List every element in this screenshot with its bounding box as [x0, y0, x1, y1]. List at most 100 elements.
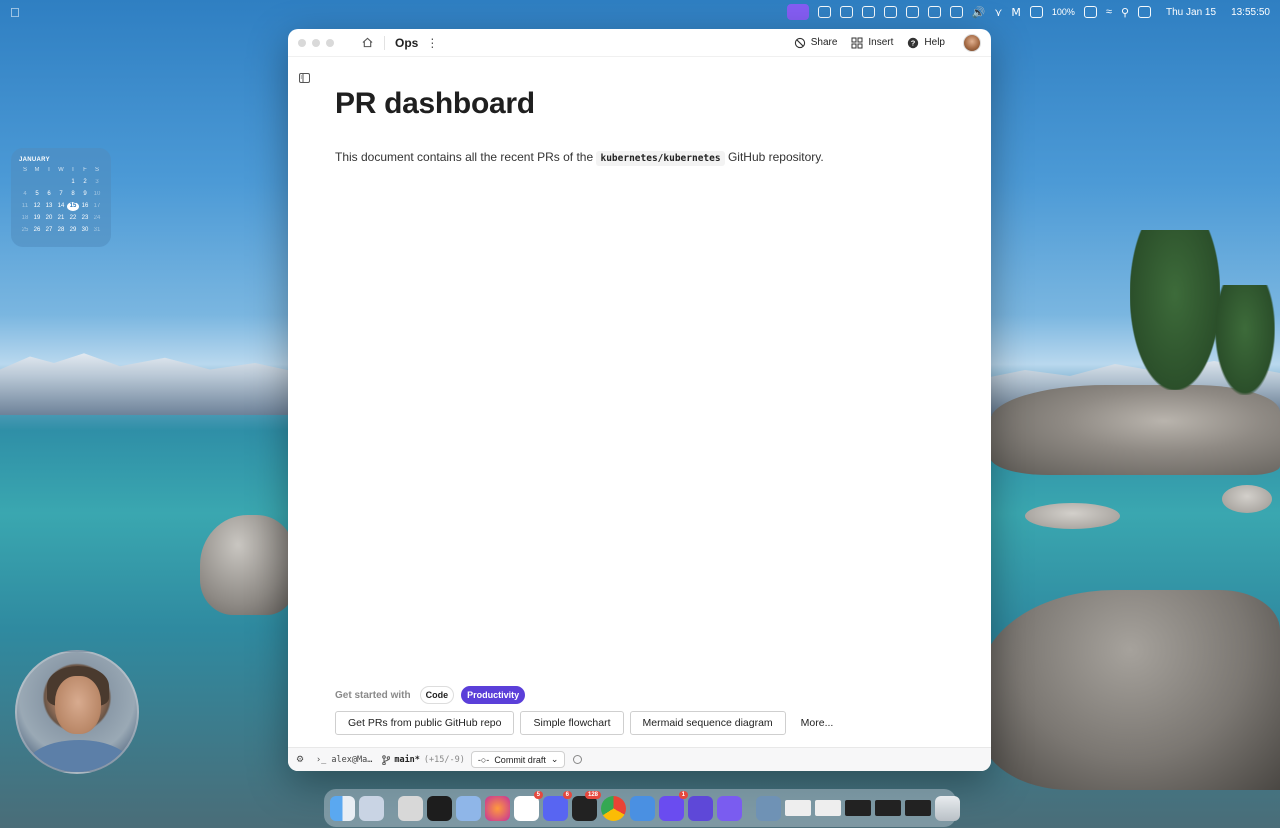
battery-icon[interactable] — [1083, 6, 1097, 18]
discord-badge: 6 — [562, 790, 572, 799]
menubar-app-icon[interactable] — [861, 6, 875, 18]
window-titlebar: Ops ⋮ Share Insert ? Help — [288, 29, 991, 57]
keyboard-icon[interactable] — [1029, 6, 1043, 18]
control-center-icon[interactable] — [1138, 6, 1152, 18]
commit-draft-button[interactable]: -○- Commit draft ⌄ — [470, 751, 566, 768]
notes-app-icon[interactable] — [398, 795, 423, 821]
more-suggestions-link[interactable]: More... — [801, 717, 834, 729]
sidebar-toggle-icon[interactable] — [299, 70, 311, 83]
calendar-day: 3 — [95, 179, 99, 185]
calendar-weekday: T — [71, 167, 75, 173]
calendar-day: 20 — [45, 215, 53, 221]
share-icon — [794, 37, 805, 48]
slack-badge: 5 — [533, 790, 543, 799]
network-icon[interactable]: ⋎ — [994, 6, 1002, 19]
calendar-day: 7 — [59, 191, 63, 197]
presenter-shirt — [27, 740, 131, 772]
menubar-time[interactable]: 13:55:50 — [1231, 7, 1270, 18]
calendar-day: 26 — [33, 227, 41, 233]
ops-app-alt-icon[interactable] — [717, 795, 742, 821]
titlebar-divider — [384, 35, 385, 50]
calendar-widget[interactable]: JANUARY S M T W T F S 1 2 3 4 5 6 7 8 9 10 11 12 13 14 15 16 17… — [11, 148, 111, 247]
slack-icon[interactable]: 5 — [514, 790, 543, 821]
zoom-window-button[interactable] — [326, 38, 334, 47]
calendar-month: JANUARY — [19, 157, 50, 163]
terminal-indicator[interactable]: ›_ alex@Ma… — [316, 755, 372, 765]
wifi-icon[interactable]: ≈ — [1106, 6, 1112, 18]
calendar-day: 5 — [35, 191, 39, 197]
branch-icon — [382, 754, 391, 765]
bluetooth-icon[interactable]: Ⅿ — [1011, 6, 1021, 19]
calendar-day: 9 — [83, 191, 87, 197]
app-window: Ops ⋮ Share Insert ? Help PR dashboard T… — [288, 29, 991, 771]
calendar-day: 18 — [21, 215, 29, 221]
ops-app-icon[interactable] — [688, 795, 713, 821]
paragraph-text: GitHub repository. — [727, 150, 824, 164]
menubar-app-icon[interactable] — [905, 6, 919, 18]
menubar-app-icon[interactable] — [949, 6, 963, 18]
downloads-folder-icon[interactable] — [756, 795, 781, 821]
gear-icon[interactable]: ⚙ — [296, 754, 308, 765]
trash-icon[interactable] — [935, 795, 960, 821]
calendar-weekday: F — [83, 167, 87, 173]
user-avatar[interactable] — [963, 33, 981, 52]
home-icon[interactable] — [360, 36, 374, 50]
terminal-user: alex@Ma… — [331, 754, 373, 765]
presenter-face — [55, 676, 101, 734]
window-thumbnail[interactable] — [785, 800, 811, 816]
menubar-app-icon[interactable] — [927, 6, 941, 18]
suggestion-mermaid-button[interactable]: Mermaid sequence diagram — [629, 711, 786, 735]
calendar-day — [55, 178, 67, 187]
firefox-icon[interactable] — [485, 795, 510, 821]
calendar-grid: S M T W T F S 1 2 3 4 5 6 7 8 9 10 11 12 13 14 15 16 17 18 19 20 21… — [19, 166, 103, 235]
share-button[interactable]: Share — [794, 37, 837, 49]
calendar-day: 21 — [57, 215, 65, 221]
menubar-date[interactable]: Thu Jan 15 — [1166, 7, 1216, 18]
commit-icon: -○- — [477, 754, 490, 765]
document-title[interactable]: PR dashboard — [335, 87, 951, 121]
messenger-icon[interactable]: 1 — [659, 790, 688, 821]
calendar-day — [43, 178, 55, 187]
insert-button[interactable]: Insert — [851, 37, 893, 49]
apple-menu-icon[interactable]:  — [10, 5, 26, 20]
finder-icon[interactable] — [330, 795, 355, 821]
calendar-day: 2 — [83, 179, 87, 185]
document-name[interactable]: Ops — [395, 36, 418, 50]
chip-code[interactable]: Code — [419, 686, 455, 704]
discord-icon[interactable]: 6 — [543, 790, 572, 821]
menubar-app-icon[interactable] — [817, 6, 831, 18]
calendar-day: 29 — [69, 227, 77, 233]
calendar-day: 1 — [71, 179, 75, 185]
chrome-icon[interactable] — [601, 795, 626, 821]
help-button[interactable]: ? Help — [907, 37, 945, 49]
menubar-app-icon[interactable] — [839, 6, 853, 18]
document-body[interactable]: PR dashboard This document contains all … — [335, 87, 951, 166]
suggestion-flowchart-button[interactable]: Simple flowchart — [520, 711, 624, 735]
git-branch-indicator[interactable]: main* (+15/-9) — [382, 755, 465, 765]
window-thumbnail[interactable] — [875, 800, 901, 816]
sync-status-icon[interactable] — [573, 755, 583, 764]
minimize-window-button[interactable] — [312, 38, 320, 47]
help-icon: ? — [908, 37, 919, 48]
battery-percent[interactable]: 100% — [1052, 7, 1075, 17]
linear-app-icon[interactable]: 128 — [572, 790, 601, 821]
assistant-app-icon[interactable] — [456, 795, 481, 821]
calendar-day: 12 — [33, 203, 41, 209]
suggestion-github-prs-button[interactable]: Get PRs from public GitHub repo — [335, 711, 515, 735]
unity-app-icon[interactable] — [427, 795, 452, 821]
chip-productivity[interactable]: Productivity — [461, 686, 526, 704]
window-thumbnail[interactable] — [815, 800, 841, 816]
more-options-icon[interactable]: ⋮ — [426, 36, 438, 50]
grid-icon — [851, 37, 863, 48]
safari-icon[interactable] — [630, 795, 655, 821]
spotlight-search-icon[interactable]: ⚲ — [1121, 6, 1129, 19]
calendar-weekday: T — [47, 167, 51, 173]
volume-icon[interactable]: 🔊 — [972, 6, 986, 19]
document-paragraph[interactable]: This document contains all the recent PR… — [335, 150, 951, 166]
window-thumbnail[interactable] — [905, 800, 931, 816]
close-window-button[interactable] — [298, 38, 306, 47]
window-thumbnail[interactable] — [845, 800, 871, 816]
screen-recording-icon[interactable] — [786, 4, 809, 20]
files-app-icon[interactable] — [359, 795, 384, 821]
menubar-app-icon[interactable] — [883, 6, 897, 18]
